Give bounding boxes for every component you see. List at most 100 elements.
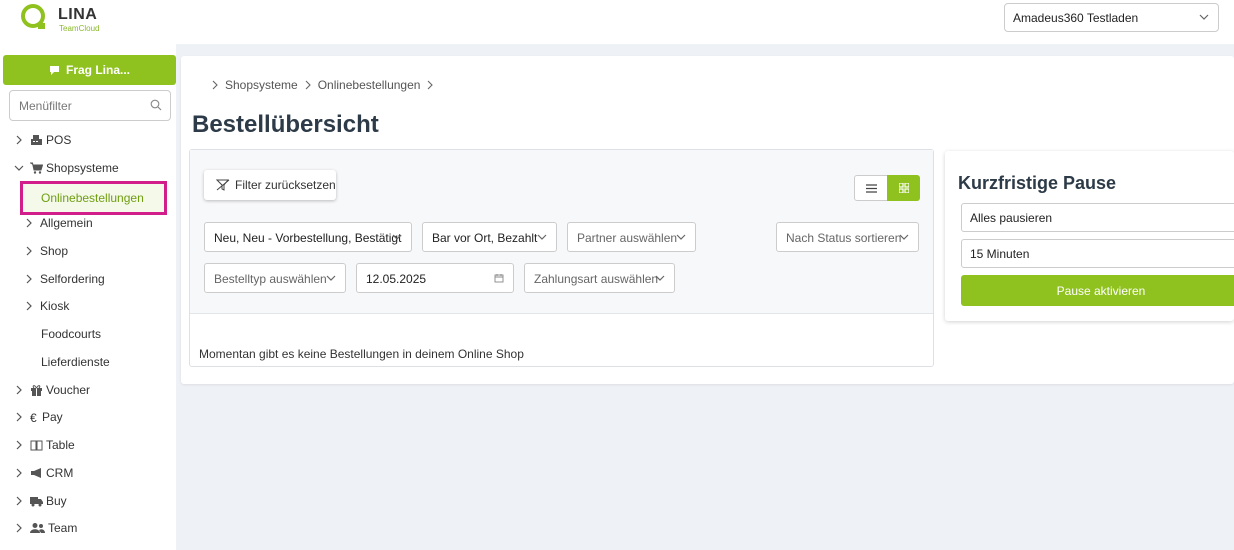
chat-icon xyxy=(49,65,59,75)
cash-register-icon xyxy=(31,135,42,145)
chevron-down-icon xyxy=(14,165,24,171)
sidebar-item-shop[interactable]: Shop xyxy=(24,241,68,261)
sidebar-item-onlinebestellungen[interactable]: Onlinebestellungen xyxy=(20,181,167,215)
pause-title: Kurzfristige Pause xyxy=(958,173,1117,193)
sidebar-item-voucher[interactable]: Voucher xyxy=(14,380,90,400)
sidebar-item-label: Shopsysteme xyxy=(46,161,119,175)
pause-duration-select[interactable]: 15 Minuten xyxy=(961,239,1234,268)
sidebar-item-label: Kiosk xyxy=(40,299,70,313)
sidebar-item-shopsysteme[interactable]: Shopsysteme xyxy=(14,158,119,178)
sidebar-item-selfordering[interactable]: Selfordering xyxy=(24,269,105,289)
payment-state-value: Bar vor Ort, Bezahlt xyxy=(432,231,538,245)
book-icon xyxy=(30,440,43,451)
sidebar-item-label: Lieferdienste xyxy=(41,355,110,369)
pause-scope-select[interactable]: Alles pausieren xyxy=(961,203,1234,232)
grid-view-button[interactable] xyxy=(887,175,920,201)
chevron-down-icon xyxy=(392,234,402,240)
chevron-right-icon xyxy=(16,412,22,422)
chevron-down-icon xyxy=(537,234,547,240)
chevron-right-icon xyxy=(16,135,22,145)
partner-select-placeholder: Partner auswählen xyxy=(577,231,678,245)
truck-icon xyxy=(30,497,43,507)
page-title: Bestellübersicht xyxy=(192,111,379,138)
chevron-down-icon xyxy=(655,275,665,281)
list-view-button[interactable] xyxy=(855,176,887,200)
pause-scope-value: Alles pausieren xyxy=(970,211,1053,225)
sidebar-item-allgemein[interactable]: Allgemein xyxy=(24,213,93,233)
logo-mark-icon xyxy=(21,4,45,29)
payment-state-select[interactable]: Bar vor Ort, Bezahlt xyxy=(422,222,557,252)
menu-filter-input[interactable]: Menüfilter xyxy=(9,90,171,121)
sort-select-placeholder: Nach Status sortieren xyxy=(786,231,902,245)
chevron-right-icon xyxy=(26,301,32,311)
breadcrumb-link[interactable]: Shopsysteme xyxy=(225,78,298,92)
sidebar-item-kiosk[interactable]: Kiosk xyxy=(24,296,69,316)
pause-activate-label: Pause aktivieren xyxy=(1056,283,1146,298)
status-filter-select[interactable]: Neu, Neu - Vorbestellung, Bestätigt xyxy=(204,222,412,252)
search-icon xyxy=(150,99,162,111)
partner-select[interactable]: Partner auswählen xyxy=(567,222,696,252)
sidebar-item-pos[interactable]: POS xyxy=(14,130,71,150)
sidebar-item-label: CRM xyxy=(46,466,74,480)
list-icon xyxy=(865,183,877,193)
chevron-right-icon xyxy=(16,385,22,395)
calendar-icon xyxy=(494,274,504,283)
chevron-right-icon xyxy=(16,523,22,533)
store-select[interactable]: Amadeus360 Testladen xyxy=(1004,3,1219,32)
sidebar-item-label: Voucher xyxy=(46,383,91,397)
chevron-right-icon xyxy=(26,246,32,256)
sidebar-item-buy[interactable]: Buy xyxy=(14,491,67,511)
sidebar-item-label: Table xyxy=(46,438,75,452)
sidebar-item-label: Shop xyxy=(40,244,69,258)
gift-icon xyxy=(31,385,42,396)
chevron-down-icon xyxy=(326,275,336,281)
chevron-right-icon xyxy=(26,274,32,284)
date-value: 12.05.2025 xyxy=(366,272,427,286)
breadcrumb: Shopsysteme Onlinebestellungen xyxy=(211,78,434,92)
frag-lina-label: Frag Lina... xyxy=(65,63,130,77)
top-bar: LINA TeamCloud Amadeus360 Testladen xyxy=(0,0,1234,44)
payment-method-select[interactable]: Zahlungsart auswählen xyxy=(524,263,675,293)
order-type-placeholder: Bestelltyp auswählen xyxy=(214,272,327,286)
sidebar-item-pay[interactable]: € Pay xyxy=(14,407,63,427)
frag-lina-button[interactable]: Frag Lina... xyxy=(3,55,176,85)
sidebar-item-lieferdienste[interactable]: Lieferdienste xyxy=(41,352,110,372)
main-content: Shopsysteme Onlinebestellungen Bestellüb… xyxy=(181,56,1234,384)
chevron-right-icon xyxy=(16,496,22,506)
chevron-right-icon xyxy=(428,80,434,90)
sidebar-item-label: Team xyxy=(48,521,78,535)
filter-clear-icon xyxy=(216,179,230,191)
reset-filter-button[interactable]: Filter zurücksetzen xyxy=(204,170,336,200)
pause-activate-button[interactable]: Pause aktivieren xyxy=(961,275,1234,306)
sidebar-item-crm[interactable]: CRM xyxy=(14,463,73,483)
sidebar-item-table[interactable]: Table xyxy=(14,435,75,455)
sidebar-item-team[interactable]: Team xyxy=(14,518,77,538)
menu-filter-placeholder: Menüfilter xyxy=(19,99,72,113)
store-select-value: Amadeus360 Testladen xyxy=(1013,11,1139,25)
pause-card: Kurzfristige Pause Alles pausieren 15 Mi… xyxy=(945,151,1234,321)
date-input[interactable]: 12.05.2025 xyxy=(356,263,514,293)
sidebar: Frag Lina... Menüfilter POS Shopsysteme … xyxy=(0,44,176,550)
sidebar-item-label: POS xyxy=(46,133,72,147)
sidebar-item-label: Pay xyxy=(42,410,63,424)
chevron-down-icon xyxy=(1199,14,1209,20)
sort-select[interactable]: Nach Status sortieren xyxy=(776,222,919,252)
cart-icon xyxy=(30,162,43,174)
sidebar-item-foodcourts[interactable]: Foodcourts xyxy=(41,324,101,344)
empty-orders-message: Momentan gibt es keine Bestellungen in d… xyxy=(199,347,524,361)
sidebar-item-label: Allgemein xyxy=(40,216,93,230)
breadcrumb-link[interactable]: Onlinebestellungen xyxy=(318,78,421,92)
pause-duration-value: 15 Minuten xyxy=(970,247,1030,261)
payment-method-placeholder: Zahlungsart auswählen xyxy=(534,272,659,286)
status-filter-value: Neu, Neu - Vorbestellung, Bestätigt xyxy=(214,231,402,245)
chevron-down-icon xyxy=(676,234,686,240)
reset-filter-label: Filter zurücksetzen xyxy=(235,178,336,192)
chevron-right-icon xyxy=(212,80,218,90)
megaphone-icon xyxy=(31,468,41,478)
sidebar-item-label: Selfordering xyxy=(40,272,105,286)
orders-panel: Filter zurücksetzen Neu, Neu - Vorbestel… xyxy=(189,149,934,367)
sidebar-item-label: Buy xyxy=(46,494,67,508)
order-type-select[interactable]: Bestelltyp auswählen xyxy=(204,263,346,293)
chevron-right-icon xyxy=(26,218,32,228)
lina-logo[interactable]: LINA TeamCloud xyxy=(20,3,110,35)
